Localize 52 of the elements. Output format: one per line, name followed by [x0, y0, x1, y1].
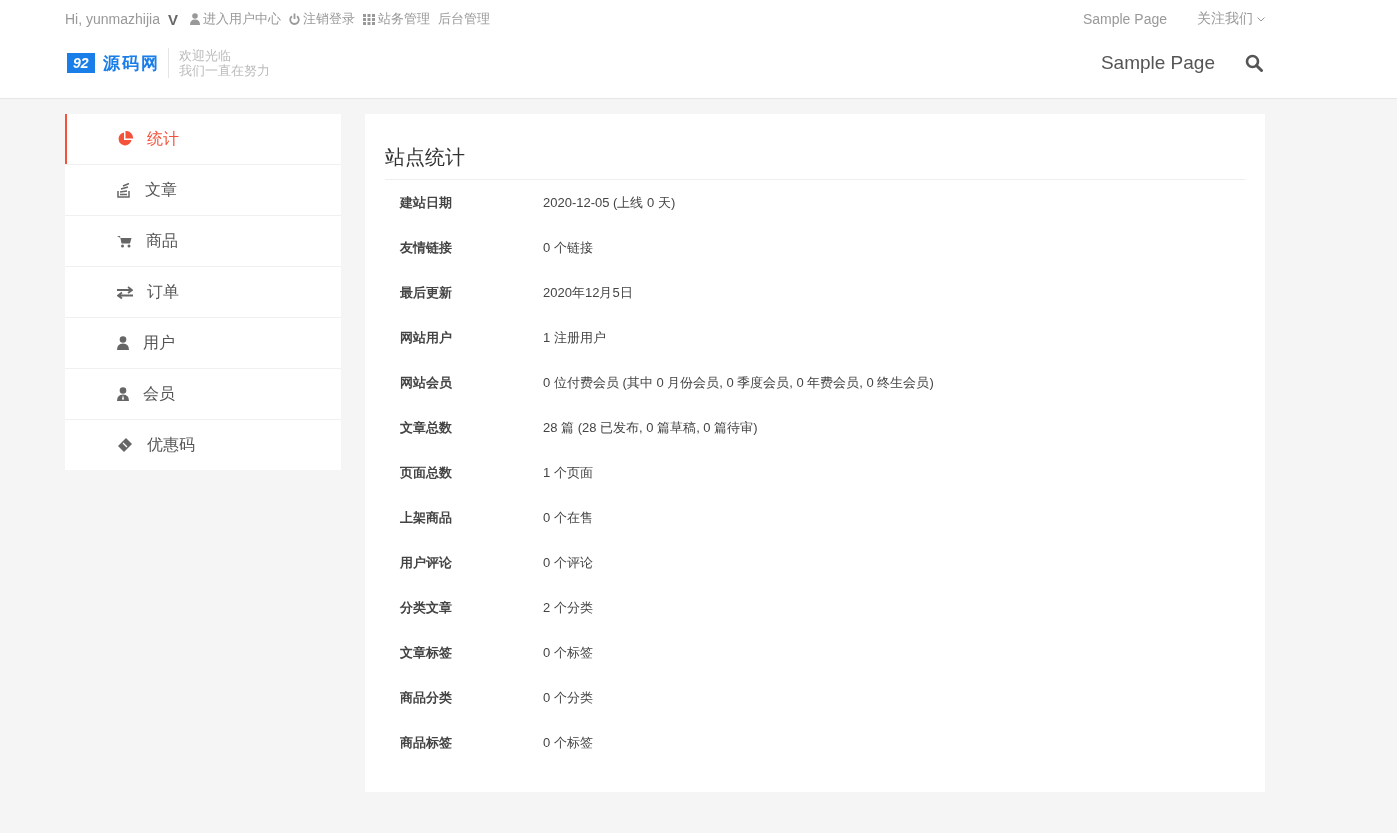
exchange-icon — [117, 285, 133, 299]
stat-value: 0 个标签 — [543, 643, 593, 662]
user-icon — [117, 336, 129, 350]
logo-text: 源码网 — [102, 52, 160, 75]
greeting-text: Hi, yunmazhijia — [65, 11, 160, 27]
sidebar-item[interactable]: 文章 — [65, 165, 341, 215]
stat-label: 文章总数 — [399, 418, 453, 437]
sidebar-item[interactable]: 商品 — [65, 216, 341, 266]
sidebar-item[interactable]: 会员 — [65, 369, 341, 419]
user-tie-icon — [117, 387, 129, 401]
stat-label: 网站会员 — [399, 373, 453, 392]
pie-chart-icon — [117, 131, 133, 147]
vip-mark-text: V — [167, 10, 178, 28]
sidebar-item[interactable]: 订单 — [65, 267, 341, 317]
stat-value: 0 个评论 — [543, 553, 593, 572]
stat-value: 1 注册用户 — [543, 328, 606, 347]
nav-link[interactable]: Sample Page — [1100, 52, 1215, 74]
stat-label: 分类文章 — [399, 598, 453, 617]
stat-value: 2020年12月5日 — [543, 283, 633, 302]
stat-label: 商品标签 — [399, 733, 453, 752]
user-icon — [189, 13, 200, 25]
stat-value: 1 个页面 — [543, 463, 593, 482]
chevron-down-icon — [1257, 16, 1265, 22]
power-icon — [288, 13, 300, 25]
sidebar-item[interactable]: 统计 — [65, 114, 341, 164]
stat-value: 2020-12-05 (上线 0 天) — [543, 193, 676, 212]
search-icon[interactable] — [1245, 54, 1263, 72]
logo-badge: 92 — [67, 53, 95, 73]
tagline-text: 欢迎光临 — [178, 48, 232, 63]
stat-label: 商品分类 — [399, 688, 453, 707]
stat-value: 0 位付费会员 (其中 0 月份会员, 0 季度会员, 0 年费会员, 0 终生会员) — [543, 373, 934, 392]
stat-label: 用户评论 — [399, 553, 453, 572]
stat-label: 文章标签 — [399, 643, 453, 662]
grid-icon — [362, 13, 375, 25]
stat-value: 0 个链接 — [543, 238, 593, 257]
stat-value: 0 个标签 — [543, 733, 593, 752]
stat-value: 0 个在售 — [543, 508, 593, 527]
document-stack-icon — [117, 182, 131, 198]
stat-value: 0 个分类 — [543, 688, 593, 707]
cart-icon — [117, 234, 132, 248]
ticket-icon — [117, 437, 133, 453]
stat-label: 最后更新 — [399, 283, 453, 302]
stat-label: 友情链接 — [399, 238, 453, 257]
stat-label: 上架商品 — [399, 508, 453, 527]
sidebar-item[interactable]: 优惠码 — [65, 420, 341, 470]
panel-title: 站点统计 — [385, 139, 1245, 180]
stat-value: 28 篇 (28 已发布, 0 篇草稿, 0 篇待审) — [543, 418, 758, 437]
stat-label: 网站用户 — [399, 328, 453, 347]
stat-label: 页面总数 — [399, 463, 453, 482]
stat-label: 建站日期 — [398, 193, 453, 212]
sidebar-item[interactable]: 用户 — [65, 318, 341, 368]
stat-value: 2 个分类 — [543, 598, 593, 617]
